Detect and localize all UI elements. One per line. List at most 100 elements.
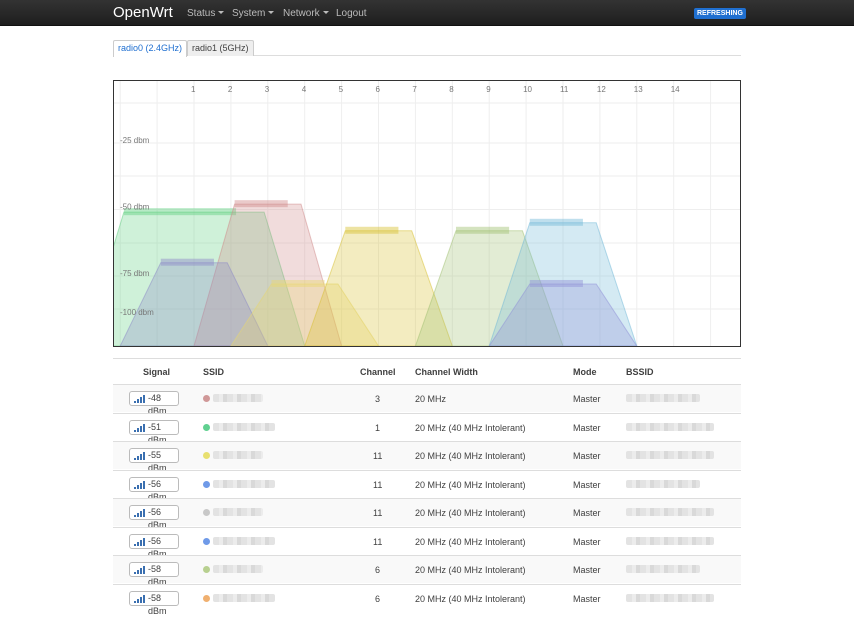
- channel-tick-label: 5: [339, 85, 344, 94]
- signal-bars-icon: [134, 566, 145, 574]
- signal-bars-icon: [134, 423, 145, 432]
- channel-tick-label: 13: [634, 85, 643, 94]
- header-mode: Mode: [573, 367, 597, 377]
- channel-value: 6: [375, 565, 381, 575]
- signal-button[interactable]: -56 dBm: [129, 505, 179, 530]
- network-color-dot: [203, 537, 210, 545]
- network-ssid-label-obscured: [271, 279, 325, 287]
- channel-value: 6: [375, 593, 381, 604]
- bssid-obscured: [626, 565, 700, 573]
- brand-logo[interactable]: OpenWrt: [113, 4, 173, 21]
- channel-tick-label: 11: [560, 85, 569, 94]
- signal-button[interactable]: -56 dBm: [129, 533, 179, 559]
- signal-button[interactable]: -55 dBm: [129, 448, 179, 473]
- signal-bars-icon: [134, 452, 145, 460]
- channel-tick-label: 2: [228, 85, 233, 94]
- channel-width-value: 20 MHz (40 MHz Intolerant): [415, 479, 526, 490]
- mode-value: Master: [573, 422, 601, 433]
- channel-value: 11: [373, 508, 383, 518]
- signal-button[interactable]: -51 dBm: [129, 419, 179, 445]
- network-ssid-label-obscured: [455, 226, 510, 234]
- bssid-obscured: [626, 394, 700, 402]
- table-row: -56 dBm 11 20 MHz (40 MHz Intolerant) Ma…: [113, 469, 741, 502]
- channel-tick-label: 14: [671, 85, 680, 94]
- channel-tick-label: 6: [376, 85, 381, 94]
- signal-bars-icon: [134, 509, 145, 517]
- channel-tick-label: 7: [412, 85, 417, 94]
- signal-button[interactable]: -48 dBm: [129, 391, 179, 416]
- table-row: -58 dBm 6 20 MHz (40 MHz Intolerant) Mas…: [113, 583, 741, 616]
- network-color-dot: [203, 566, 210, 573]
- menu-status[interactable]: Status: [187, 8, 225, 19]
- menu-logout[interactable]: Logout: [336, 8, 367, 19]
- ssid-obscured: [213, 451, 263, 459]
- chevron-down-icon: [268, 11, 275, 14]
- network-color-dot: [203, 594, 210, 602]
- signal-bars-icon: [134, 395, 145, 403]
- channel-tick-label: 3: [265, 85, 270, 94]
- mode-value: Master: [573, 536, 601, 547]
- mode-value: Master: [573, 394, 601, 404]
- network-color-dot: [203, 395, 210, 402]
- mode-value: Master: [573, 479, 601, 490]
- tab-radio0[interactable]: radio0 (2.4GHz): [113, 40, 188, 57]
- chevron-down-icon: [322, 11, 329, 14]
- table-row: -58 dBm 6 20 MHz (40 MHz Intolerant) Mas…: [113, 555, 741, 587]
- signal-button[interactable]: -56 dBm: [129, 476, 179, 502]
- network-ssid-label-obscured: [529, 218, 583, 226]
- top-navbar: OpenWrt Status System Network Logout REF…: [0, 0, 854, 26]
- ssid-obscured: [213, 565, 263, 573]
- tab-radio1[interactable]: radio1 (5GHz): [187, 40, 254, 56]
- bssid-obscured: [626, 479, 700, 488]
- mode-value: Master: [573, 593, 601, 604]
- network-color-dot: [203, 423, 210, 431]
- ssid-obscured: [213, 479, 275, 488]
- channel-width-value: 20 MHz (40 MHz Intolerant): [415, 451, 526, 461]
- channel-tick-label: 10: [523, 85, 532, 94]
- channel-value: 11: [373, 451, 383, 461]
- radio-tabs: radio0 (2.4GHz) radio1 (5GHz): [113, 40, 741, 57]
- dbm-tick-label: -25 dbm: [120, 136, 150, 145]
- channel-width-value: 20 MHz (40 MHz Intolerant): [415, 508, 526, 518]
- ssid-obscured: [213, 536, 275, 545]
- table-row: -56 dBm 11 20 MHz (40 MHz Intolerant) Ma…: [113, 526, 741, 559]
- network-ssid-label-obscured: [234, 200, 288, 208]
- channel-width-value: 20 MHz (40 MHz Intolerant): [415, 565, 526, 575]
- channel-tick-label: 8: [449, 85, 454, 94]
- network-ssid-label-obscured: [160, 258, 214, 266]
- menu-network[interactable]: Network: [283, 8, 329, 19]
- menu-system[interactable]: System: [232, 8, 275, 19]
- table-row: -56 dBm 11 20 MHz (40 MHz Intolerant) Ma…: [113, 498, 741, 530]
- bssid-obscured: [626, 451, 714, 459]
- refresh-badge[interactable]: REFRESHING: [694, 8, 746, 19]
- signal-value: -58 dBm: [148, 592, 167, 616]
- signal-button[interactable]: -58 dBm: [129, 562, 179, 587]
- table-row: -55 dBm 11 20 MHz (40 MHz Intolerant) Ma…: [113, 441, 741, 473]
- signal-bars-icon: [134, 594, 145, 603]
- channel-tick-label: 9: [486, 85, 491, 94]
- bssid-obscured: [626, 593, 714, 602]
- dbm-tick-label: -75 dbm: [120, 269, 150, 278]
- network-ssid-label-obscured: [345, 226, 399, 234]
- table-row: -51 dBm 1 20 MHz (40 MHz Intolerant) Mas…: [113, 412, 741, 445]
- bssid-obscured: [626, 508, 714, 516]
- channel-width-value: 20 MHz (40 MHz Intolerant): [415, 422, 526, 433]
- chevron-down-icon: [218, 11, 225, 14]
- channel-value: 1: [375, 422, 381, 433]
- ssid-obscured: [213, 508, 263, 516]
- header-ssid: SSID: [203, 367, 225, 377]
- dbm-tick-label: -100 dbm: [120, 308, 154, 317]
- ssid-obscured: [213, 593, 275, 602]
- header-channel: Channel: [360, 367, 396, 377]
- channel-chart: 1 2 3 4 5 6 7 8 9 10 11 12 13 14 -25 dbm -50 dbm -75 dbm…: [113, 80, 741, 347]
- header-bssid: BSSID: [626, 367, 654, 377]
- mode-value: Master: [573, 508, 601, 518]
- channel-value: 11: [373, 536, 383, 547]
- table-row: -48 dBm 3 20 MHz Master: [113, 384, 741, 416]
- signal-button[interactable]: -58 dBm: [129, 590, 179, 616]
- header-signal: Signal: [143, 367, 171, 377]
- dbm-tick-label: -50 dbm: [120, 203, 150, 212]
- table-header: Signal SSID Channel Channel Width Mode B…: [113, 358, 741, 385]
- channel-value: 11: [373, 479, 383, 490]
- mode-value: Master: [573, 565, 601, 575]
